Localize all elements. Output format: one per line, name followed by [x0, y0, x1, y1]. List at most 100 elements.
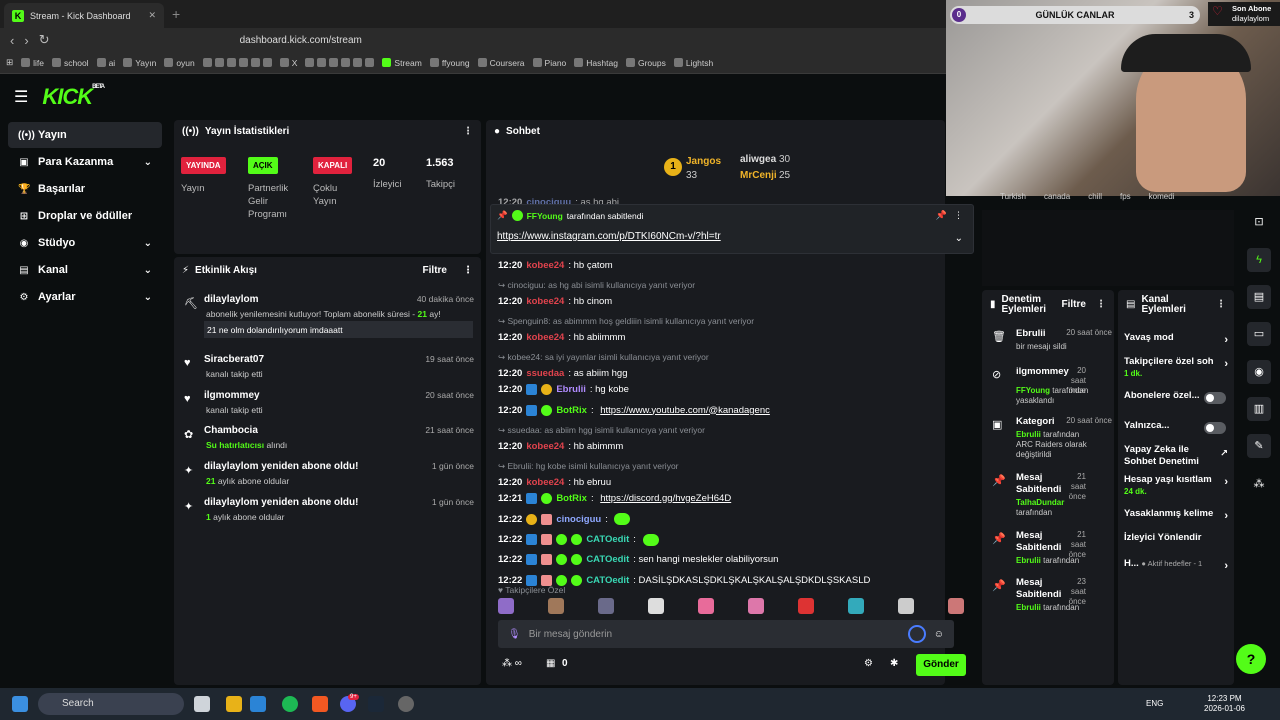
emote-icon[interactable]: [598, 598, 614, 614]
brave-icon[interactable]: [312, 696, 328, 712]
chat-username[interactable]: CATOedit: [586, 534, 629, 545]
more-options-icon[interactable]: ⋮: [463, 265, 473, 276]
emote-icon[interactable]: [748, 598, 764, 614]
top-tipper-name[interactable]: Jangos: [686, 156, 721, 167]
shield-icon[interactable]: ✱: [890, 658, 898, 669]
more-options-icon[interactable]: ⋮: [463, 126, 473, 137]
chat-link[interactable]: https://www.youtube.com/@kanadagenc: [600, 405, 770, 416]
kick-logo[interactable]: KICKBETA: [42, 84, 105, 110]
emote-icon[interactable]: [798, 598, 814, 614]
chat-username[interactable]: kobee24: [526, 260, 564, 271]
bookmark[interactable]: X: [279, 58, 297, 68]
sidebar-item-studyo[interactable]: ◉ Stüdyo ⌄: [8, 230, 162, 256]
raid-setting[interactable]: İzleyici Yönlendir: [1124, 532, 1230, 546]
bookmark[interactable]: Yayın: [123, 58, 156, 68]
bookmark[interactable]: school: [52, 58, 89, 68]
settings-icon[interactable]: ⚙: [864, 658, 873, 669]
chat-username[interactable]: cinociguu: [556, 514, 601, 525]
bookmark[interactable]: Coursera: [477, 58, 525, 68]
language-indicator[interactable]: ENG: [1146, 699, 1163, 708]
chat-username[interactable]: CATOedit: [586, 554, 629, 565]
obs-icon[interactable]: [398, 696, 414, 712]
top-tipper-name[interactable]: aliwgea: [740, 154, 776, 165]
bookmark[interactable]: Stream: [382, 58, 422, 68]
unpin-icon[interactable]: 📌: [936, 210, 947, 221]
sidebar-item-para-kazanma[interactable]: ▣ Para Kazanma ⌄: [8, 149, 162, 175]
bookmark[interactable]: oyun: [164, 58, 195, 68]
account-age-setting[interactable]: Hesap yaşı kısıtlam 24 dk. ›: [1124, 474, 1230, 500]
taskview-icon[interactable]: [194, 696, 210, 712]
filter-button[interactable]: Filtre: [1062, 300, 1086, 310]
tag[interactable]: komedi: [1149, 192, 1175, 204]
goals-setting[interactable]: H... ● Aktif hedefler - 1 ›: [1124, 558, 1230, 572]
emoji-icon[interactable]: ☺: [934, 629, 944, 640]
emote-icon[interactable]: [698, 598, 714, 614]
folder-icon[interactable]: [226, 696, 242, 712]
more-options-icon[interactable]: ⋮: [954, 210, 963, 221]
spotify-icon[interactable]: [282, 696, 298, 712]
subscribers-only-setting[interactable]: Abonelere özel...: [1124, 390, 1230, 406]
sidebar-item-basarilar[interactable]: 🏆 Başarılar: [8, 176, 162, 202]
bookmark[interactable]: Hashtag: [574, 58, 618, 68]
bookmark[interactable]: ai: [96, 58, 115, 68]
chat-username[interactable]: BotRix: [556, 405, 587, 416]
windows-icon[interactable]: [12, 696, 28, 712]
bookmark[interactable]: life: [21, 58, 44, 68]
url-field[interactable]: dashboard.kick.com/stream: [240, 35, 362, 46]
send-button[interactable]: Gönder: [916, 654, 966, 676]
slow-mode-setting[interactable]: Yavaş mod ›: [1124, 332, 1230, 346]
tag[interactable]: canada: [1044, 192, 1070, 204]
forward-icon[interactable]: ›: [24, 33, 28, 48]
top-tipper-name[interactable]: MrCenji: [740, 170, 777, 181]
tag[interactable]: chill: [1088, 192, 1102, 204]
ai-moderation-setting[interactable]: Yapay Zeka ile Sohbet Denetimi ↗: [1124, 444, 1228, 470]
bookmark[interactable]: [305, 58, 375, 67]
emote-icon[interactable]: [848, 598, 864, 614]
help-button[interactable]: ?: [1236, 644, 1266, 674]
emote-icon[interactable]: [948, 598, 964, 614]
sidebar-item-ayarlar[interactable]: ⚙ Ayarlar ⌄: [8, 284, 162, 310]
emote-icon[interactable]: [898, 598, 914, 614]
tag[interactable]: Turkish: [1000, 192, 1026, 204]
filter-button[interactable]: Filtre: [423, 265, 447, 276]
points-icon[interactable]: ⁂ ∞: [502, 658, 522, 669]
chat-username[interactable]: kobee24: [526, 441, 564, 452]
clock[interactable]: 12:23 PM 2026-01-06: [1204, 694, 1245, 714]
sidebar-item-kanal[interactable]: ▤ Kanal ⌄: [8, 257, 162, 283]
reload-icon[interactable]: ↻: [39, 32, 50, 48]
mic-icon[interactable]: 🎙: [508, 629, 521, 640]
bookmark[interactable]: [202, 58, 272, 67]
back-icon[interactable]: ‹: [10, 33, 14, 48]
bookmark[interactable]: Groups: [625, 58, 666, 68]
chat-username[interactable]: Ebrulii: [556, 384, 586, 395]
emotes-only-setting[interactable]: Yalnızca...: [1124, 420, 1230, 436]
toggle-switch[interactable]: [1204, 392, 1226, 404]
apps-icon[interactable]: ⊞: [6, 57, 13, 68]
chat-icon[interactable]: ▭: [1247, 322, 1271, 346]
chat-input[interactable]: 🎙 Bir mesaj gönderin ☺: [498, 620, 954, 648]
bookmark[interactable]: ffyoung: [429, 58, 470, 68]
tag[interactable]: fps: [1120, 192, 1131, 204]
emote-icon[interactable]: [548, 598, 564, 614]
sidebar-item-droplar[interactable]: ⊞ Droplar ve ödüller: [8, 203, 162, 229]
document-icon[interactable]: ▤: [1247, 285, 1271, 309]
bookmark[interactable]: Lightsh: [673, 58, 713, 68]
more-options-icon[interactable]: ⋮: [1096, 300, 1106, 310]
emote-icon[interactable]: [498, 598, 514, 614]
apps-icon[interactable]: ⁂: [1247, 472, 1271, 496]
menu-icon[interactable]: ☰: [14, 87, 28, 107]
store-icon[interactable]: ▦: [546, 658, 555, 669]
toggle-switch[interactable]: [1204, 422, 1226, 434]
chat-username[interactable]: ssuedaa: [526, 368, 564, 379]
browser-tab[interactable]: K Stream - Kick Dashboard ✕: [4, 3, 164, 28]
chat-link[interactable]: https://discord.gg/hvgeZeH64D: [600, 493, 731, 504]
more-options-icon[interactable]: ⋮: [1216, 300, 1226, 310]
pinned-link[interactable]: https://www.instagram.com/p/DTKI60NCm-v/…: [497, 231, 721, 242]
fullscreen-icon[interactable]: ⊡: [1247, 210, 1271, 234]
banned-words-setting[interactable]: Yasaklanmış kelime ›: [1124, 508, 1230, 522]
chat-username[interactable]: kobee24: [526, 477, 564, 488]
emote-icon[interactable]: [648, 598, 664, 614]
chat-username[interactable]: kobee24: [526, 296, 564, 307]
lightning-icon[interactable]: ϟ: [1247, 248, 1271, 272]
chat-username[interactable]: BotRix: [556, 493, 587, 504]
